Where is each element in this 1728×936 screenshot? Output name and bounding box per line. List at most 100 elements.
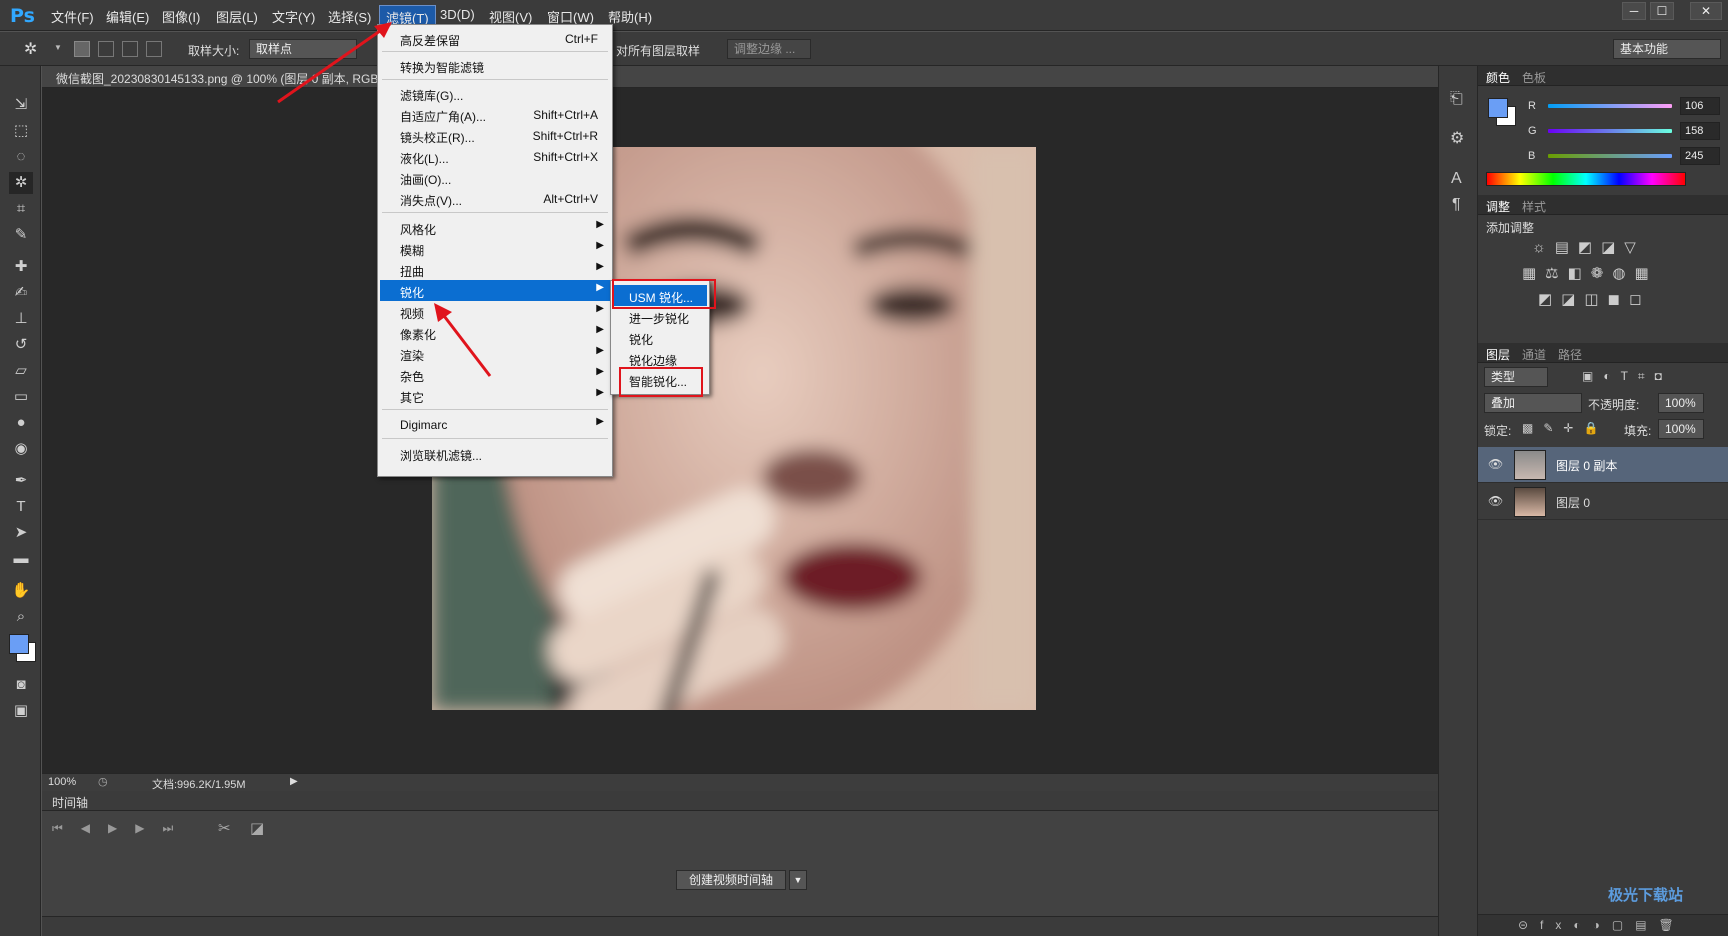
zoom-level[interactable]: 100% [48, 776, 76, 788]
adjustment-icons-row-3[interactable]: ◩◪◫◼◻ [1538, 290, 1650, 308]
zoom-tool-icon[interactable]: ⌕ [9, 606, 33, 628]
tab-adjustments[interactable]: 调整 [1486, 198, 1510, 215]
menu-item-high-pass[interactable]: 高反差保留 Ctrl+F [380, 28, 610, 49]
type-tool-icon[interactable]: T [9, 496, 33, 518]
magic-wand-icon[interactable]: ✲ [24, 39, 37, 59]
color-spectrum-bar[interactable] [1486, 172, 1686, 186]
menu-item-sharpen[interactable]: 锐化 ▶ [380, 280, 610, 301]
menu-item-oil-paint[interactable]: 油画(O)... [380, 167, 610, 188]
close-button[interactable]: ✕ [1690, 2, 1722, 20]
dodge-tool-icon[interactable]: ◉ [9, 438, 33, 460]
submenu-item-sharpen-more[interactable]: 进一步锐化 [613, 306, 707, 327]
marquee-tool-icon[interactable]: ⬚ [9, 120, 33, 142]
menu-item-stylize[interactable]: 风格化 ▶ [380, 217, 610, 238]
color-fg-swatch[interactable] [1488, 98, 1508, 118]
tab-layers[interactable]: 图层 [1486, 346, 1510, 363]
eyedropper-tool-icon[interactable]: ✎ [9, 224, 33, 246]
menu-image[interactable]: 图像(I) [162, 7, 200, 26]
shape-tool-icon[interactable]: ▬ [9, 548, 33, 570]
refine-edge-button[interactable]: 调整边缘 ... [727, 39, 811, 59]
channel-g-input[interactable]: 158 [1680, 122, 1720, 140]
path-select-icon[interactable]: ➤ [9, 522, 33, 544]
menu-item-filter-gallery[interactable]: 滤镜库(G)... [380, 83, 610, 104]
character-icon[interactable]: A [1451, 170, 1462, 188]
gradient-tool-icon[interactable]: ▭ [9, 386, 33, 408]
menu-item-digimarc[interactable]: Digimarc ▶ [380, 414, 610, 435]
menu-file[interactable]: 文件(F) [51, 7, 94, 26]
paragraph-icon[interactable]: ¶ [1452, 196, 1461, 214]
hand-tool-icon[interactable]: ✋ [9, 580, 33, 602]
menu-layer[interactable]: 图层(L) [216, 7, 258, 26]
playback-controls-icon[interactable]: ⏮◀▶▶⏭ [52, 821, 191, 836]
visibility-eye-icon[interactable]: 👁 [1488, 494, 1503, 508]
workspace-select[interactable]: 基本功能 [1613, 39, 1721, 59]
healing-brush-icon[interactable]: ✚ [9, 256, 33, 278]
menu-item-distort[interactable]: 扭曲 ▶ [380, 259, 610, 280]
layer-filter-select[interactable]: 类型 [1484, 367, 1548, 387]
minimize-button[interactable]: ─ [1622, 2, 1646, 20]
channel-b-input[interactable]: 245 [1680, 147, 1720, 165]
menu-item-smart-filter[interactable]: 转换为智能滤镜 [380, 55, 610, 76]
properties-icon[interactable]: ⚙ [1450, 128, 1464, 148]
channel-r-slider[interactable] [1548, 104, 1672, 108]
quick-mask-icon[interactable]: ◙ [9, 674, 33, 696]
menu-item-vanishing-point[interactable]: 消失点(V)... Alt+Ctrl+V [380, 188, 610, 209]
brush-tool-icon[interactable]: ✍ [9, 282, 33, 304]
adjustment-icons-row-1[interactable]: ☼▤◩◪▽ [1532, 238, 1645, 256]
layer-action-icons[interactable]: ⊝fx◐◑▢▤🗑 [1518, 918, 1686, 932]
scissors-icon[interactable]: ✂ [218, 819, 231, 837]
menu-item-browse-online[interactable]: 浏览联机滤镜... [380, 443, 610, 464]
move-tool-icon[interactable]: ⇲ [9, 94, 33, 116]
lasso-tool-icon[interactable]: ◌ [9, 146, 33, 168]
tab-paths[interactable]: 路径 [1558, 346, 1582, 363]
layer-name[interactable]: 图层 0 [1556, 494, 1590, 511]
menu-3d[interactable]: 3D(D) [440, 7, 475, 22]
document-tab[interactable]: 微信截图_20230830145133.png @ 100% (图层 0 副本,… [42, 66, 1438, 88]
fill-input[interactable]: 100% [1658, 419, 1704, 439]
opacity-input[interactable]: 100% [1658, 393, 1704, 413]
crop-tool-icon[interactable]: ⌗ [9, 198, 33, 220]
eraser-tool-icon[interactable]: ▱ [9, 360, 33, 382]
tab-color[interactable]: 颜色 [1486, 69, 1510, 86]
status-settings-icon[interactable]: ◷ [98, 775, 108, 788]
maximize-button[interactable]: ☐ [1650, 2, 1674, 20]
blur-tool-icon[interactable]: ● [9, 412, 33, 434]
menu-edit[interactable]: 编辑(E) [106, 7, 149, 26]
channel-b-slider[interactable] [1548, 154, 1672, 158]
chevron-down-icon[interactable]: ▼ [54, 43, 62, 52]
history-brush-icon[interactable]: ↺ [9, 334, 33, 356]
magic-wand-tool-icon[interactable]: ✲ [9, 172, 33, 194]
blend-mode-select[interactable]: 叠加 [1484, 393, 1582, 413]
menu-item-lens-correction[interactable]: 镜头校正(R)... Shift+Ctrl+R [380, 125, 610, 146]
screen-mode-icon[interactable]: ▣ [9, 700, 33, 722]
menu-item-adaptive-wide-angle[interactable]: 自适应广角(A)... Shift+Ctrl+A [380, 104, 610, 125]
timeline-title[interactable]: 时间轴 [52, 794, 88, 811]
pen-tool-icon[interactable]: ✒ [9, 470, 33, 492]
lock-icons[interactable]: ▩✎✛🔒 [1522, 421, 1608, 435]
intersect-selection-icon[interactable] [146, 41, 162, 57]
new-selection-icon[interactable] [74, 41, 90, 57]
menu-item-blur[interactable]: 模糊 ▶ [380, 238, 610, 259]
layer-name[interactable]: 图层 0 副本 [1556, 457, 1617, 474]
stamp-tool-icon[interactable]: ⊥ [9, 308, 33, 330]
submenu-item-sharpen[interactable]: 锐化 [613, 327, 707, 348]
history-icon[interactable]: ⎗ [1450, 90, 1463, 108]
layer-row-original[interactable]: 👁 图层 0 [1478, 484, 1728, 520]
channel-r-input[interactable]: 106 [1680, 97, 1720, 115]
visibility-eye-icon[interactable]: 👁 [1488, 457, 1503, 471]
tab-channels[interactable]: 通道 [1522, 346, 1546, 363]
foreground-color-swatch[interactable] [9, 634, 29, 654]
timeline-dropdown-icon[interactable]: ▼ [789, 870, 807, 890]
menu-item-liquify[interactable]: 液化(L)... Shift+Ctrl+X [380, 146, 610, 167]
add-selection-icon[interactable] [98, 41, 114, 57]
adjustment-icons-row-2[interactable]: ▦⚖◧❁◍▦ [1522, 264, 1658, 282]
transition-icon[interactable]: ◪ [250, 819, 264, 837]
create-video-timeline-button[interactable]: 创建视频时间轴 [676, 870, 786, 890]
tab-swatches[interactable]: 色板 [1522, 69, 1546, 86]
menu-item-other[interactable]: 其它 ▶ [380, 385, 610, 406]
menu-help[interactable]: 帮助(H) [608, 7, 652, 26]
all-layers-checkbox-label[interactable]: 对所有图层取样 [616, 42, 700, 59]
tab-styles[interactable]: 样式 [1522, 198, 1546, 215]
layer-filter-icons[interactable]: ▣◐T⌗◘ [1582, 369, 1672, 384]
channel-g-slider[interactable] [1548, 129, 1672, 133]
